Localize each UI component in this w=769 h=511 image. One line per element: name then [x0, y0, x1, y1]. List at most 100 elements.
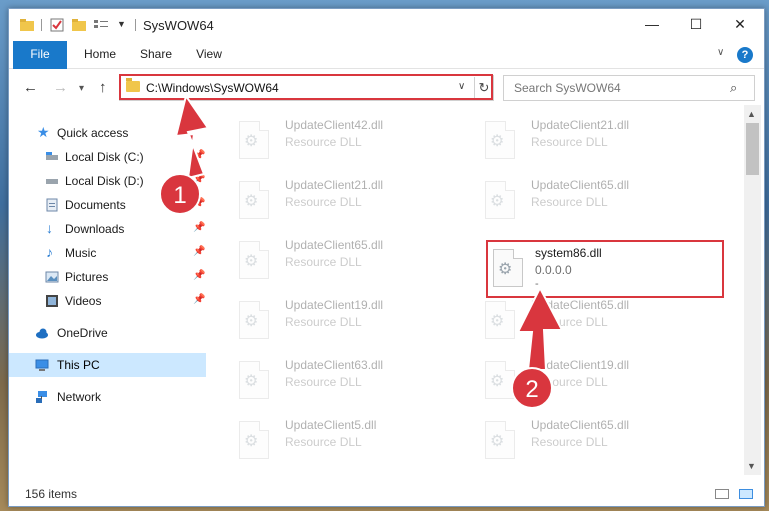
forward-arrow-icon[interactable]: →: [53, 79, 68, 96]
pin-icon[interactable]: 📌: [193, 294, 205, 305]
toolbar-divider: [41, 19, 42, 31]
pin-icon[interactable]: 📌: [193, 222, 205, 233]
gear-icon: ⚙: [490, 133, 505, 150]
file-type: Resource DLL: [285, 255, 362, 269]
file-type: Resource DLL: [285, 375, 362, 389]
file-name: UpdateClient65.dll: [531, 418, 630, 432]
sidebar-item-label: Pictures: [65, 270, 109, 284]
sidebar-item-label: Downloads: [65, 222, 125, 236]
gear-icon: ⚙: [244, 193, 259, 210]
details-view-icon[interactable]: [715, 489, 729, 499]
navigation-bar: ← → ▾ ↑ C:\Windows\SysWOW64 ∨ ↻ Search S…: [9, 69, 764, 105]
gear-icon: ⚙: [490, 373, 505, 390]
music-icon: ♪: [46, 244, 53, 260]
tab-view[interactable]: View: [189, 41, 229, 68]
step-2-badge: 2: [511, 367, 553, 409]
sidebar-item-this-pc[interactable]: This PC: [9, 353, 206, 377]
close-button[interactable]: ✕: [718, 9, 762, 39]
window-title: SysWOW64: [143, 18, 214, 33]
vertical-scrollbar[interactable]: ▲ ▼: [744, 105, 761, 475]
sidebar-item-label: Videos: [65, 294, 102, 308]
sidebar-item-label: Local Disk (D:): [65, 174, 144, 188]
pin-icon[interactable]: 📌: [193, 246, 205, 257]
status-bar: 156 items: [9, 481, 764, 506]
file-tile[interactable]: ⚙ UpdateClient19.dll Resource DLL: [239, 295, 479, 345]
minimize-button[interactable]: —: [630, 9, 674, 39]
file-type: Resource DLL: [285, 435, 362, 449]
tab-share[interactable]: Share: [133, 41, 179, 68]
sidebar-item-pictures[interactable]: Pictures 📌: [9, 265, 206, 289]
back-arrow-icon[interactable]: ←: [23, 79, 38, 96]
search-placeholder: Search SysWOW64: [514, 81, 621, 95]
download-icon: ↓: [46, 220, 53, 236]
help-button[interactable]: ?: [737, 47, 753, 63]
file-name: UpdateClient63.dll: [285, 358, 384, 372]
ribbon-expand-icon[interactable]: ∨: [717, 47, 724, 58]
gear-icon: ⚙: [490, 433, 505, 450]
file-tile[interactable]: ⚙ UpdateClient21.dll Resource DLL: [485, 115, 725, 165]
pictures-icon: [45, 271, 59, 283]
recent-locations-icon[interactable]: ▾: [79, 83, 84, 94]
title-bar: ▼ SysWOW64 — ☐ ✕: [9, 9, 764, 41]
sidebar-item-label: Local Disk (C:): [65, 150, 144, 164]
gear-icon: ⚙: [244, 433, 259, 450]
sidebar-item-onedrive[interactable]: OneDrive: [9, 321, 206, 345]
search-icon[interactable]: ⌕: [730, 80, 737, 96]
file-tile[interactable]: ⚙ UpdateClient65.dll Resource DLL: [485, 415, 725, 465]
sidebar-item-label: OneDrive: [57, 326, 108, 340]
sidebar-item-downloads[interactable]: ↓ Downloads 📌: [9, 217, 206, 241]
file-type: Resource DLL: [531, 195, 608, 209]
chevron-down-icon[interactable]: ▼: [117, 19, 133, 35]
file-type: Resource DLL: [285, 135, 362, 149]
file-highlight-box: [486, 240, 724, 298]
new-folder-icon[interactable]: [71, 17, 87, 33]
file-type: Resource DLL: [531, 135, 608, 149]
scroll-down-icon[interactable]: ▼: [747, 461, 756, 471]
tiles-view-icon[interactable]: [739, 489, 753, 499]
properties-icon[interactable]: [49, 17, 65, 33]
tab-home[interactable]: Home: [75, 41, 125, 68]
close-icon: ✕: [734, 16, 746, 32]
cloud-icon: [36, 328, 48, 339]
videos-icon: [46, 295, 58, 307]
file-tile[interactable]: ⚙ UpdateClient65.dll Resource DLL: [485, 295, 725, 345]
file-tile[interactable]: ⚙ UpdateClient65.dll Resource DLL: [485, 175, 725, 225]
scroll-up-icon[interactable]: ▲: [747, 109, 756, 119]
drive-icon: [46, 152, 58, 160]
file-tile[interactable]: ⚙ UpdateClient21.dll Resource DLL: [239, 175, 479, 225]
file-name: UpdateClient19.dll: [531, 358, 630, 372]
pin-icon[interactable]: 📌: [193, 150, 205, 161]
file-type: Resource DLL: [531, 435, 608, 449]
pin-icon[interactable]: 📌: [193, 270, 205, 281]
sidebar-item-local-disk-c[interactable]: Local Disk (C:) 📌: [9, 145, 206, 169]
file-type: Resource DLL: [285, 315, 362, 329]
file-tile[interactable]: ⚙ UpdateClient5.dll Resource DLL: [239, 415, 479, 465]
file-name: UpdateClient5.dll: [285, 418, 377, 432]
navigation-pane: ★ Quick access Local Disk (C:) 📌 Local D…: [9, 105, 209, 475]
sidebar-item-videos[interactable]: Videos 📌: [9, 289, 206, 313]
sidebar-item-network[interactable]: Network: [9, 385, 206, 409]
file-tile[interactable]: ⚙ UpdateClient63.dll Resource DLL: [239, 355, 479, 405]
file-name: UpdateClient21.dll: [285, 178, 384, 192]
file-tile[interactable]: ⚙ UpdateClient42.dll Resource DLL: [239, 115, 479, 165]
sidebar-item-music[interactable]: ♪ Music 📌: [9, 241, 206, 265]
drive-icon: [46, 179, 58, 184]
sidebar-item-label: Documents: [65, 198, 126, 212]
file-name: UpdateClient19.dll: [285, 298, 384, 312]
sidebar-item-quick-access[interactable]: ★ Quick access: [9, 121, 206, 145]
up-arrow-icon[interactable]: ↑: [99, 79, 107, 96]
sidebar-item-label: Network: [57, 390, 102, 404]
gear-icon: ⚙: [244, 373, 259, 390]
star-icon: ★: [37, 124, 50, 140]
file-name: UpdateClient65.dll: [285, 238, 384, 252]
file-tile[interactable]: ⚙ UpdateClient65.dll Resource DLL: [239, 235, 479, 285]
folder-icon[interactable]: [19, 17, 35, 33]
maximize-button[interactable]: ☐: [674, 9, 718, 39]
search-input[interactable]: Search SysWOW64 ⌕: [503, 75, 755, 101]
list-icon[interactable]: [93, 17, 109, 33]
file-type: Resource DLL: [531, 315, 608, 329]
maximize-icon: ☐: [689, 16, 703, 32]
sidebar-item-label: Quick access: [57, 126, 129, 140]
address-highlight-box: [119, 74, 493, 100]
scrollbar-thumb[interactable]: [746, 123, 759, 175]
